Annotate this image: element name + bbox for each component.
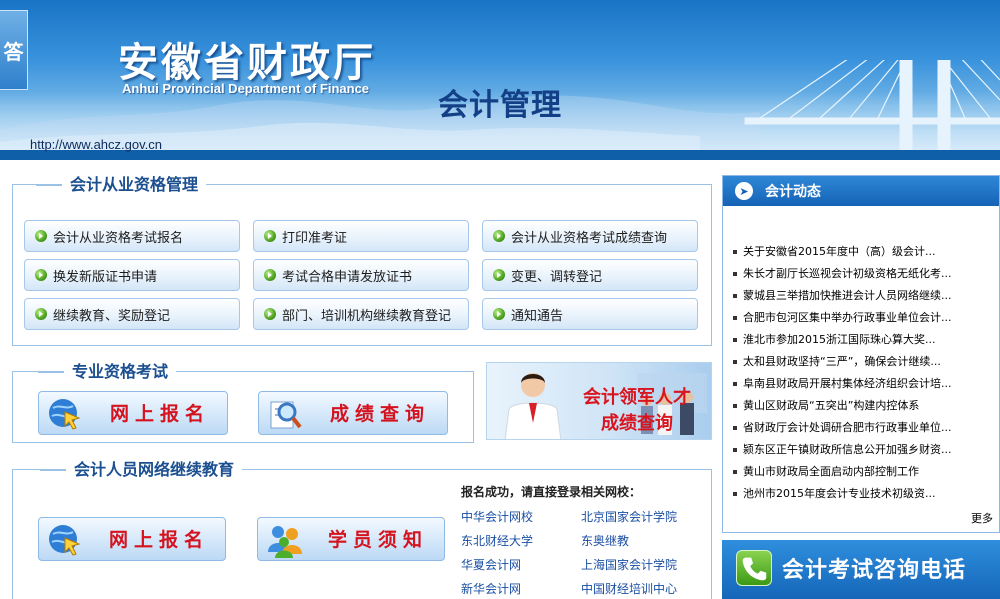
bullet-icon — [733, 382, 737, 386]
qual-btn-label: 变更、调转登记 — [511, 269, 603, 285]
site-url[interactable]: http://www.ahcz.gov.cn — [30, 137, 162, 152]
qual-btn-label: 会计从业资格考试报名 — [53, 230, 184, 246]
qual-btn-exam-register[interactable]: 会计从业资格考试报名 — [24, 220, 240, 252]
bullet-icon — [733, 448, 737, 452]
bullet-icon — [733, 404, 737, 408]
bullet-icon — [733, 316, 737, 320]
qual-btn-notices[interactable]: 通知通告 — [482, 298, 698, 330]
qual-btn-score-query[interactable]: 会计从业资格考试成绩查询 — [482, 220, 698, 252]
qualification-title: 会计从业资格管理 — [35, 175, 207, 195]
arrow-bullet-icon — [493, 230, 505, 242]
arrow-bullet-icon — [264, 269, 276, 281]
news-item[interactable]: 关于安徽省2015年度中（高）级会计... — [733, 245, 995, 259]
leader-score-banner[interactable]: 会计领军人才 成绩查询 — [486, 362, 712, 440]
bullet-icon — [733, 360, 737, 364]
qual-btn-renew-certificate[interactable]: 换发新版证书申请 — [24, 259, 240, 291]
arrow-right-icon: ➤ — [735, 182, 753, 200]
news-item[interactable]: 合肥市包河区集中举办行政事业单位会计... — [733, 311, 995, 325]
qual-btn-print-ticket[interactable]: 打印准考证 — [253, 220, 469, 252]
school-link[interactable]: 东北财经大学 — [461, 532, 533, 549]
school-link[interactable]: 新华会计网 — [461, 580, 521, 597]
bullet-icon — [733, 294, 737, 298]
promo-line1: 会计领军人才 — [583, 387, 691, 408]
qual-btn-label: 会计从业资格考试成绩查询 — [511, 230, 668, 246]
news-item[interactable]: 省财政厅会计处调研合肥市行政事业单位... — [733, 421, 995, 435]
org-title-en: Anhui Provincial Department of Finance — [122, 81, 370, 96]
arrow-bullet-icon — [35, 230, 47, 242]
news-item[interactable]: 颍东区正午镇财政所信息公开加强乡财资... — [733, 443, 995, 457]
qual-btn-label: 通知通告 — [511, 308, 564, 324]
bullet-icon — [733, 426, 737, 430]
continuing-register-button[interactable]: 网上报名 — [38, 517, 226, 561]
bullet-icon — [733, 470, 737, 474]
school-link[interactable]: 中国财经培训中心 — [581, 580, 677, 597]
bullet-icon — [733, 272, 737, 276]
news-item[interactable]: 黄山区财政局“五突出”构建内控体系 — [733, 399, 995, 413]
continuing-title: 会计人员网络继续教育 — [39, 460, 243, 480]
qual-btn-education-record[interactable]: 继续教育、奖励登记 — [24, 298, 240, 330]
page: 答 安徽省财政厅 Anhui Provincial Department of … — [0, 0, 1000, 599]
promo-line2: 成绩查询 — [601, 413, 673, 434]
news-more-link[interactable]: 更多 — [971, 510, 993, 526]
news-title: 会计动态 — [765, 184, 821, 200]
school-link[interactable]: 北京国家会计学院 — [581, 508, 677, 525]
bullet-icon — [733, 338, 737, 342]
qual-btn-label: 考试合格申请发放证书 — [282, 269, 413, 285]
news-item[interactable]: 淮北市参加2015浙江国际珠心算大奖... — [733, 333, 995, 347]
continuing-register-label: 网上报名 — [108, 529, 209, 551]
qual-btn-label: 换发新版证书申请 — [53, 269, 158, 285]
professional-score-label: 成绩查询 — [329, 403, 430, 425]
student-notice-button[interactable]: 学员须知 — [257, 517, 445, 561]
professional-register-button[interactable]: 网上报名 — [38, 391, 228, 435]
bullet-icon — [733, 250, 737, 254]
users-icon — [268, 526, 302, 558]
news-item[interactable]: 池州市2015年度会计专业技术初级资... — [733, 487, 995, 501]
bullet-icon — [733, 492, 737, 496]
news-item[interactable]: 朱长才副厅长巡视会计初级资格无纸化考... — [733, 267, 995, 281]
qual-btn-institution-record[interactable]: 部门、培训机构继续教育登记 — [253, 298, 469, 330]
news-item[interactable]: 太和县财政坚持“三严”，确保会计继续... — [733, 355, 995, 369]
arrow-bullet-icon — [493, 269, 505, 281]
arrow-bullet-icon — [35, 308, 47, 320]
side-tab[interactable]: 答 — [0, 10, 28, 90]
arrow-bullet-icon — [35, 269, 47, 281]
news-item[interactable]: 黄山市财政局全面启动内部控制工作 — [733, 465, 995, 479]
magnifier-icon — [270, 401, 302, 429]
qual-btn-label: 打印准考证 — [282, 230, 348, 246]
arrow-bullet-icon — [493, 308, 505, 320]
school-link[interactable]: 华夏会计网 — [461, 556, 521, 573]
professional-title: 专业资格考试 — [37, 362, 177, 382]
qual-btn-label: 部门、培训机构继续教育登记 — [282, 308, 452, 324]
school-link[interactable]: 中华会计网校 — [461, 508, 533, 525]
hotline-label: 会计考试咨询电话 — [782, 558, 967, 583]
arrow-bullet-icon — [264, 230, 276, 242]
qual-btn-issue-certificate[interactable]: 考试合格申请发放证书 — [253, 259, 469, 291]
professional-score-button[interactable]: 成绩查询 — [258, 391, 448, 435]
schools-heading: 报名成功，请直接登录相关网校： — [461, 485, 642, 499]
phone-icon — [736, 550, 772, 586]
news-item[interactable]: 阜南县财政局开展村集体经济组织会计培... — [733, 377, 995, 391]
qual-btn-label: 继续教育、奖励登记 — [53, 308, 171, 324]
globe-arrow-icon — [49, 399, 81, 430]
qual-btn-transfer[interactable]: 变更、调转登记 — [482, 259, 698, 291]
professional-register-label: 网上报名 — [109, 403, 210, 425]
arrow-bullet-icon — [264, 308, 276, 320]
news-item[interactable]: 蒙城县三举措加快推进会计人员网络继续... — [733, 289, 995, 303]
school-link[interactable]: 上海国家会计学院 — [581, 556, 677, 573]
dept-title: 会计管理 — [438, 88, 562, 123]
globe-arrow-icon — [49, 525, 81, 556]
org-title: 安徽省财政厅 — [118, 39, 376, 86]
news-header: ➤ 会计动态 — [723, 176, 999, 206]
school-link[interactable]: 东奥继教 — [581, 532, 629, 549]
student-notice-label: 学员须知 — [327, 529, 428, 551]
news-panel: ➤ 会计动态 关于安徽省2015年度中（高）级会计... 朱长才副厅长巡视会计初… — [722, 175, 1000, 533]
header-banner: 答 安徽省财政厅 Anhui Provincial Department of … — [0, 0, 1000, 160]
exam-hotline-banner[interactable]: 会计考试咨询电话 — [722, 540, 1000, 599]
